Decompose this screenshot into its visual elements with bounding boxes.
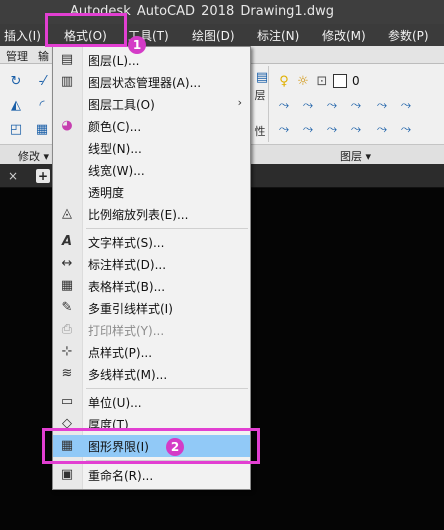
menu-item-label: 单位(U)...	[88, 396, 142, 410]
array-icon[interactable]: ▦	[34, 122, 50, 138]
menu-item-scale-list[interactable]: ◬ 比例缩放列表(E)...	[53, 203, 250, 225]
menu-item-label: 标注样式(D)...	[88, 258, 167, 272]
layer-freeze-icon[interactable]: ⤳	[276, 122, 292, 138]
menu-item-label: 点样式(P)...	[88, 346, 153, 360]
menu-separator	[86, 388, 248, 389]
rotate-icon[interactable]: ↻	[8, 74, 24, 90]
menu-item-table-style[interactable]: ▦ 表格样式(B)...	[53, 275, 250, 297]
menu-item-label: 表格样式(B)...	[88, 280, 166, 294]
menu-parametric[interactable]: 参数(P)	[388, 27, 429, 44]
menu-item-label: 图层(L)...	[88, 54, 140, 68]
new-tab-button[interactable]: +	[36, 169, 50, 183]
layer-color-swatch[interactable]	[333, 74, 347, 88]
text-style-icon: A	[61, 234, 73, 249]
table-style-icon: ▦	[60, 278, 74, 293]
annotation-badge-1: 1	[128, 36, 146, 54]
panel-label-modify[interactable]: 修改 ▾	[18, 148, 49, 164]
layer-properties-icon[interactable]: ▤	[254, 70, 270, 86]
menu-dimension[interactable]: 标注(N)	[257, 27, 299, 44]
menu-item-multileader-style[interactable]: ✎ 多重引线样式(I)	[53, 297, 250, 319]
fillet-icon[interactable]: ◜	[34, 98, 50, 114]
color-wheel-icon: ◕	[61, 118, 73, 133]
layer-state-icon: ▥	[60, 74, 74, 89]
menu-item-color[interactable]: ◕ 颜色(C)...	[53, 115, 250, 137]
menu-item-rename[interactable]: ▣ 重命名(R)...	[53, 464, 250, 486]
layer-unlock-icon[interactable]: ⤳	[348, 122, 364, 138]
menu-item-dimension-style[interactable]: ↔ 标注样式(D)...	[53, 253, 250, 275]
menu-item-lineweight[interactable]: 线宽(W)...	[53, 159, 250, 181]
menu-item-layer[interactable]: ▤ 图层(L)...	[53, 49, 250, 71]
menu-separator	[86, 228, 248, 229]
ribbon-partial-label-1: 层	[254, 89, 266, 102]
format-menu-dropdown: ▤ 图层(L)... ▥ 图层状态管理器(A)... 图层工具(O) › ◕ 颜…	[52, 46, 251, 490]
menu-item-layer-state[interactable]: ▥ 图层状态管理器(A)...	[53, 71, 250, 93]
layer-walk-icon[interactable]: ⤳	[374, 98, 390, 114]
menu-item-label: 图层工具(O)	[88, 98, 155, 112]
scale-icon[interactable]: ◰	[8, 122, 24, 138]
menu-item-label: 重命名(R)...	[88, 469, 154, 483]
annotation-badge-2: 2	[166, 438, 184, 456]
mirror-icon[interactable]: ◭	[8, 98, 24, 114]
menu-item-label: 多线样式(M)...	[88, 368, 168, 382]
multileader-style-icon: ✎	[61, 300, 73, 315]
menu-item-plot-style: ⎙ 打印样式(Y)...	[53, 319, 250, 341]
layer-thaw-icon[interactable]: ⤳	[374, 122, 390, 138]
layer-off-icon[interactable]: ⤳	[300, 122, 316, 138]
layer-merge-icon[interactable]: ⤳	[398, 98, 414, 114]
dimension-style-icon: ↔	[61, 256, 73, 271]
lightbulb-icon[interactable]: ♀	[276, 74, 292, 90]
menu-item-label: 比例缩放列表(E)...	[88, 208, 189, 222]
layer-isolate-icon[interactable]: ⤳	[324, 98, 340, 114]
tab-output[interactable]: 输	[38, 48, 49, 64]
menu-item-label: 线宽(W)...	[88, 164, 145, 178]
menu-item-multiline-style[interactable]: ≋ 多线样式(M)...	[53, 363, 250, 385]
menu-item-label: 多重引线样式(I)	[88, 302, 173, 316]
menu-item-text-style[interactable]: A 文字样式(S)...	[53, 231, 250, 253]
panel-label-layers[interactable]: 图层 ▾	[340, 148, 371, 164]
menu-item-label: 打印样式(Y)...	[88, 324, 165, 338]
units-icon: ▭	[60, 394, 74, 409]
layer-unisolate-icon[interactable]: ⤳	[348, 98, 364, 114]
close-tab-icon[interactable]: ×	[6, 169, 20, 183]
layer-on-icon[interactable]: ⤳	[398, 122, 414, 138]
annotation-box-drawing-limits	[42, 428, 260, 464]
rename-icon: ▣	[60, 467, 74, 482]
menu-item-label: 颜色(C)...	[88, 120, 142, 134]
menu-draw[interactable]: 绘图(D)	[192, 27, 235, 44]
menu-item-linetype[interactable]: 线型(N)...	[53, 137, 250, 159]
ribbon-partial-label-2: 性	[254, 125, 266, 138]
point-style-icon: ⊹	[61, 344, 73, 359]
sun-icon[interactable]: ☼	[295, 74, 311, 90]
scale-list-icon: ◬	[62, 206, 72, 221]
menu-modify[interactable]: 修改(M)	[322, 27, 366, 44]
menu-item-units[interactable]: ▭ 单位(U)...	[53, 391, 250, 413]
trim-icon[interactable]: -⁄	[34, 74, 50, 90]
menu-item-label: 图层状态管理器(A)...	[88, 76, 202, 90]
menu-item-label: 透明度	[88, 186, 125, 200]
layer-lock-icon[interactable]: ⤳	[324, 122, 340, 138]
menu-item-point-style[interactable]: ⊹ 点样式(P)...	[53, 341, 250, 363]
multiline-style-icon: ≋	[61, 366, 73, 381]
current-layer-value[interactable]: 0	[352, 74, 360, 88]
layer-icon: ▤	[60, 52, 74, 67]
menu-item-label: 文字样式(S)...	[88, 236, 165, 250]
menu-item-transparency[interactable]: 透明度	[53, 181, 250, 203]
plot-style-icon: ⎙	[61, 322, 73, 337]
lock-icon[interactable]: ⊡	[314, 74, 330, 90]
menu-item-label: 线型(N)...	[88, 142, 142, 156]
submenu-arrow-icon: ›	[237, 96, 242, 109]
menu-insert[interactable]: 插入(I)	[4, 27, 41, 44]
layer-match-icon[interactable]: ⤳	[276, 98, 292, 114]
annotation-box-format-menu	[45, 13, 127, 47]
tab-manage[interactable]: 管理	[6, 48, 28, 64]
layer-prev-icon[interactable]: ⤳	[300, 98, 316, 114]
menu-item-layer-tools[interactable]: 图层工具(O) ›	[53, 93, 250, 115]
